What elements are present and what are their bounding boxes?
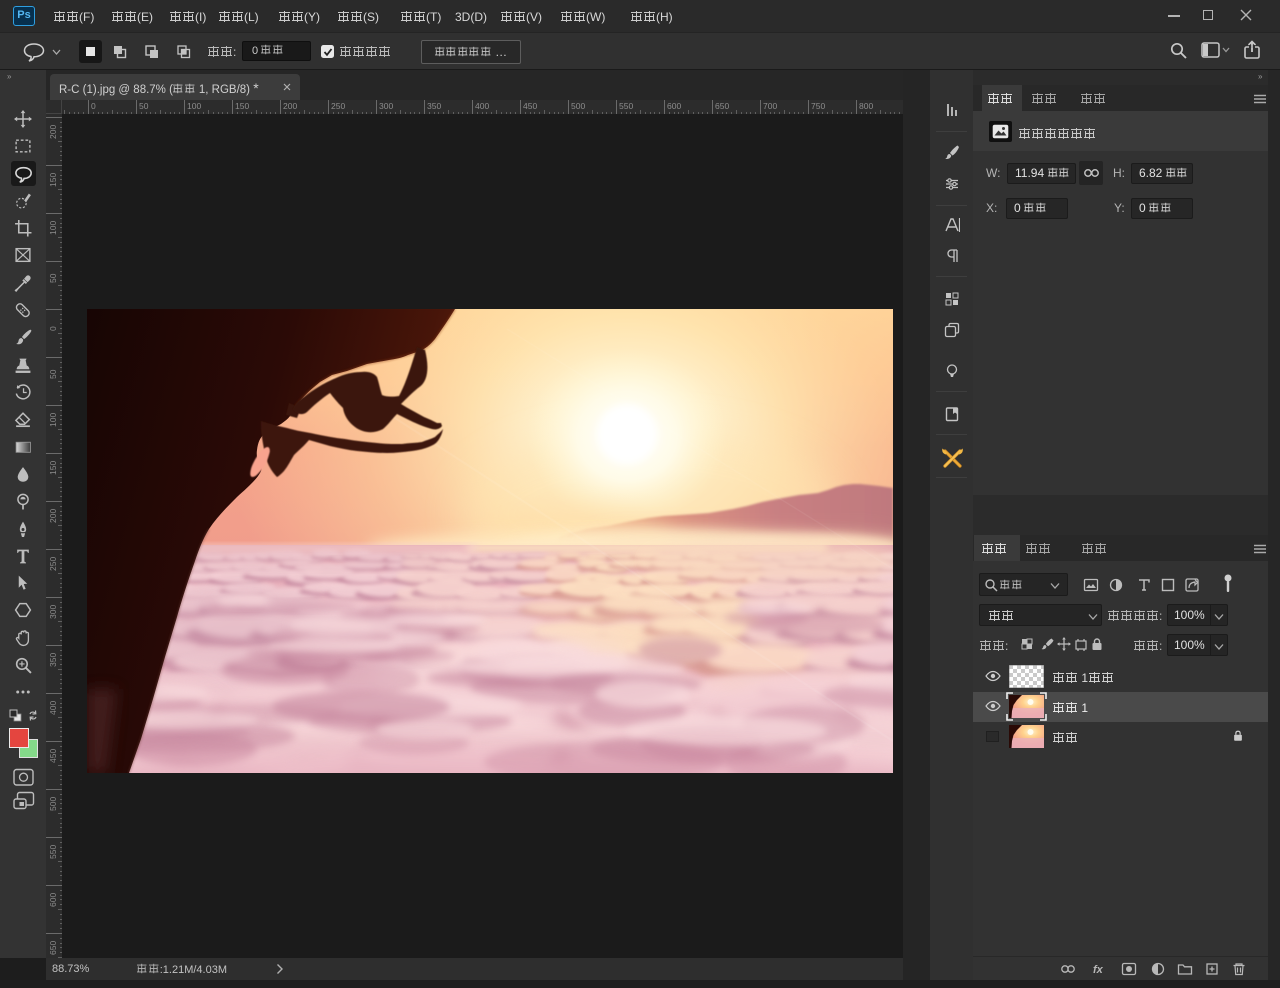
svg-text:fx: fx [1093, 964, 1104, 976]
